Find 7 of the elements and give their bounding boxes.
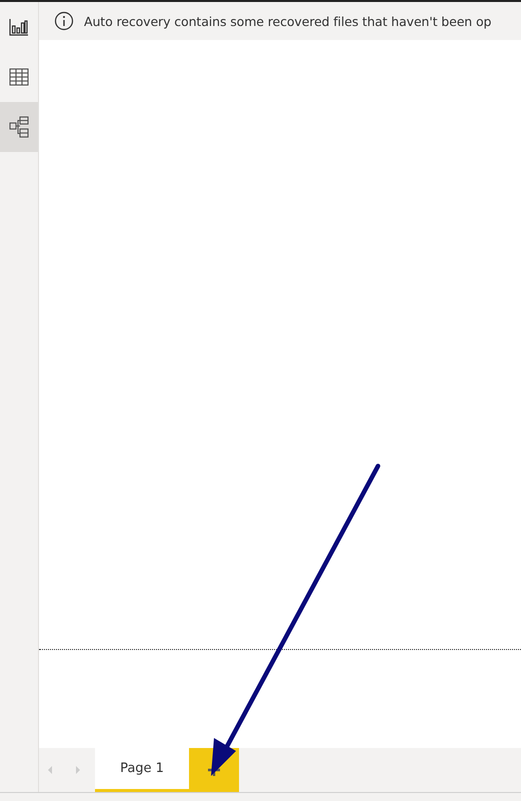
message-text: Auto recovery contains some recovered files that haven't been op: [84, 14, 492, 28]
table-icon: [9, 68, 29, 86]
bar-chart-icon: [9, 18, 29, 36]
info-icon: [54, 11, 74, 31]
model-view-button[interactable]: [0, 102, 38, 152]
page-tab[interactable]: Page 1: [95, 748, 189, 792]
model-icon: [9, 116, 29, 138]
